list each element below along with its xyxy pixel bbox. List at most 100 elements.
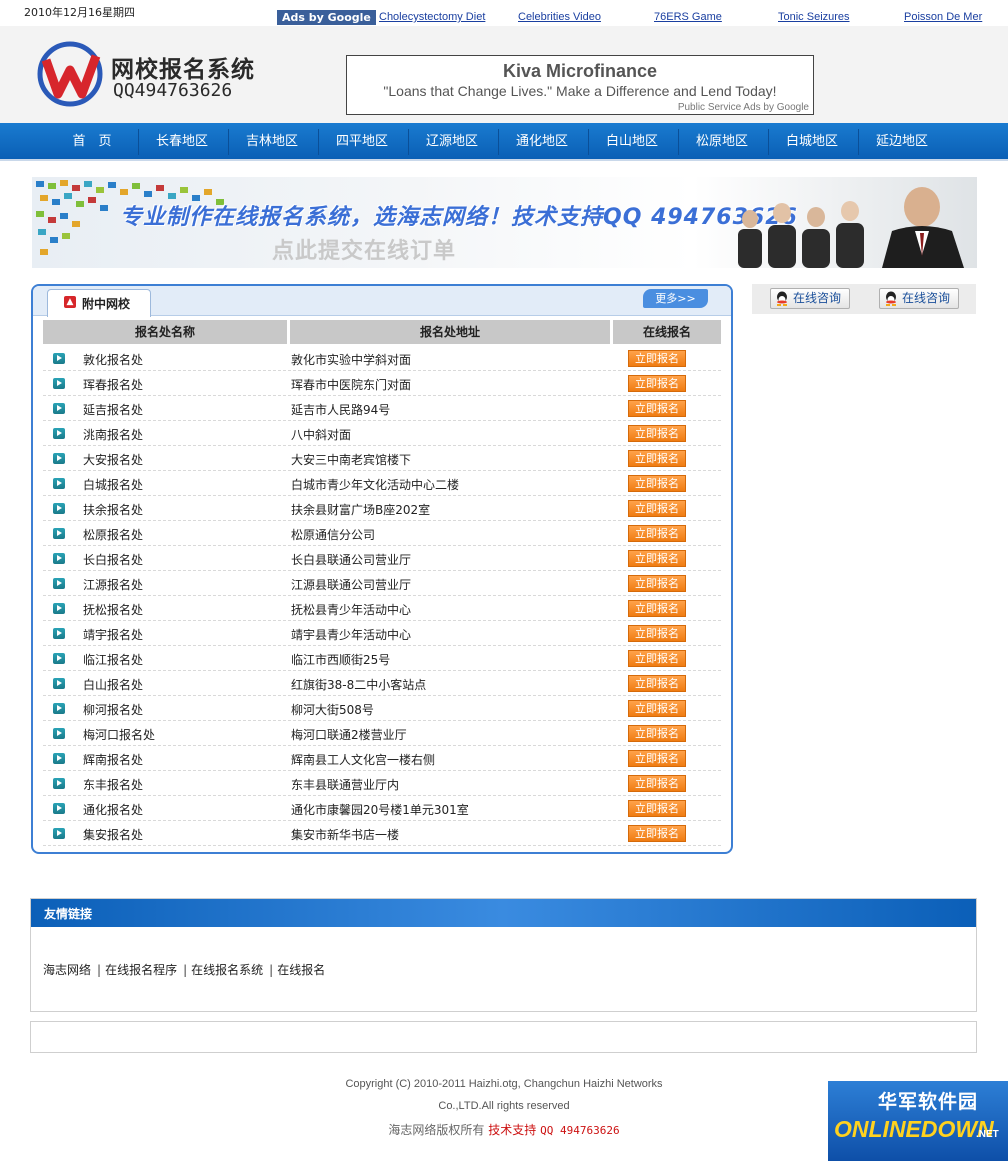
table-row: 扶余报名处 扶余县财富广场B座202室 立即报名 [43,496,721,521]
nav-item-baicheng[interactable]: 白城地区 [767,123,857,161]
nav-item-songyuan[interactable]: 松原地区 [677,123,767,161]
nav-item-tonghua[interactable]: 通化地区 [497,123,587,161]
signup-button[interactable]: 立即报名 [628,800,686,817]
row-name[interactable]: 珲春报名处 [83,376,143,393]
row-name[interactable]: 白城报名处 [83,476,143,493]
online-consult-button[interactable]: 在线咨询 [770,288,850,309]
signup-button[interactable]: 立即报名 [628,725,686,742]
signup-button[interactable]: 立即报名 [628,525,686,542]
ad-footer[interactable]: Public Service Ads by Google [678,102,809,113]
table-row: 集安报名处 集安市新华书店一楼 立即报名 [43,821,721,846]
signup-button[interactable]: 立即报名 [628,375,686,392]
signup-button[interactable]: 立即报名 [628,350,686,367]
row-name[interactable]: 扶余报名处 [83,501,143,518]
ad-link-1[interactable]: Cholecystectomy Diet [379,11,485,23]
arrow-icon [53,678,65,689]
nav-item-yanbian[interactable]: 延边地区 [857,123,947,161]
signup-button[interactable]: 立即报名 [628,625,686,642]
signup-button[interactable]: 立即报名 [628,575,686,592]
row-address: 通化市康馨园20号楼1单元301室 [291,803,469,817]
nav-item-changchun[interactable]: 长春地区 [137,123,227,161]
row-address: 辉南县工人文化宫一楼右侧 [291,753,436,767]
ad-link-5[interactable]: Poisson De Mer [904,11,982,23]
signup-button[interactable]: 立即报名 [628,475,686,492]
signup-button[interactable]: 立即报名 [628,825,686,842]
row-address: 长白县联通公司营业厅 [291,553,412,567]
footer-tech-support[interactable]: 技术支持 [488,1123,536,1137]
signup-button[interactable]: 立即报名 [628,650,686,667]
table-row: 通化报名处 通化市康馨园20号楼1单元301室 立即报名 [43,796,721,821]
friend-link-haizhi[interactable]: 海志网络 [43,963,91,977]
row-name[interactable]: 临江报名处 [83,651,143,668]
promo-banner[interactable]: 专业制作在线报名系统，选海志网络！技术支持QQ 494763626 点此提交在线… [32,177,977,268]
row-name[interactable]: 靖宇报名处 [83,626,143,643]
table-row: 大安报名处 大安三中南老宾馆楼下 立即报名 [43,446,721,471]
row-name[interactable]: 大安报名处 [83,451,143,468]
table-row: 辉南报名处 辉南县工人文化宫一楼右侧 立即报名 [43,746,721,771]
arrow-icon [53,453,65,464]
row-name[interactable]: 延吉报名处 [83,401,143,418]
row-address: 白城市青少年文化活动中心二楼 [291,478,460,492]
table-row: 珲春报名处 珲春市中医院东门对面 立即报名 [43,371,721,396]
row-address: 靖宇县青少年活动中心 [291,628,412,642]
site-logo[interactable]: 网校报名系统 QQ494763626 [32,38,267,110]
arrow-icon [53,778,65,789]
table-row: 白山报名处 红旗街38-8二中小客站点 立即报名 [43,671,721,696]
signup-button[interactable]: 立即报名 [628,700,686,717]
row-name[interactable]: 长白报名处 [83,551,143,568]
ad-title[interactable]: Kiva Microfinance [347,61,813,82]
signup-button[interactable]: 立即报名 [628,425,686,442]
arrow-icon [53,428,65,439]
table-row: 松原报名处 松原通信分公司 立即报名 [43,521,721,546]
ads-by-google-label[interactable]: Ads by Google [277,10,376,25]
row-name[interactable]: 江源报名处 [83,576,143,593]
ad-link-2[interactable]: Celebrities Video [518,11,601,23]
online-consult-button[interactable]: 在线咨询 [879,288,959,309]
signup-button[interactable]: 立即报名 [628,500,686,517]
nav-item-home[interactable]: 首 页 [47,123,137,161]
google-ad-box[interactable]: Kiva Microfinance "Loans that Change Liv… [346,55,814,115]
row-name[interactable]: 白山报名处 [83,676,143,693]
signup-button[interactable]: 立即报名 [628,450,686,467]
signup-button[interactable]: 立即报名 [628,750,686,767]
row-name[interactable]: 通化报名处 [83,801,143,818]
row-address: 红旗街38-8二中小客站点 [291,678,427,692]
row-name[interactable]: 抚松报名处 [83,601,143,618]
arrow-icon [53,753,65,764]
nav-item-baishan[interactable]: 白山地区 [587,123,677,161]
ad-link-3[interactable]: 76ERS Game [654,11,722,23]
ad-text: "Loans that Change Lives." Make a Differ… [383,83,777,99]
row-address: 抚松县青少年活动中心 [291,603,412,617]
row-name[interactable]: 松原报名处 [83,526,143,543]
friendly-links-list: 海志网络 | 在线报名程序 | 在线报名系统 | 在线报名 [43,961,325,978]
ad-link-4[interactable]: Tonic Seizures [778,11,850,23]
signup-button[interactable]: 立即报名 [628,550,686,567]
logo-w-icon [37,41,103,107]
more-button[interactable]: 更多>> [643,289,708,308]
friend-link-program[interactable]: 在线报名程序 [105,963,177,977]
nav-item-siping[interactable]: 四平地区 [317,123,407,161]
signup-button[interactable]: 立即报名 [628,400,686,417]
row-name[interactable]: 敦化报名处 [83,351,143,368]
row-name[interactable]: 东丰报名处 [83,776,143,793]
nav-item-jilin[interactable]: 吉林地区 [227,123,317,161]
row-name[interactable]: 柳河报名处 [83,701,143,718]
nav-item-liaoyuan[interactable]: 辽源地区 [407,123,497,161]
tab-fuzhong[interactable]: ▲ 附中网校 [47,289,151,317]
row-name[interactable]: 梅河口报名处 [83,726,155,743]
row-name[interactable]: 辉南报名处 [83,751,143,768]
registration-table-panel: ▲ 附中网校 更多>> 报名处名称 报名处地址 在线报名 敦化报名处 敦化市实验中… [31,284,733,854]
signup-button[interactable]: 立即报名 [628,600,686,617]
consult-label: 在线咨询 [793,291,842,305]
friendly-links-header: 友情链接 [31,899,976,927]
banner-order-link[interactable]: 点此提交在线订单 [272,233,456,265]
signup-button[interactable]: 立即报名 [628,675,686,692]
friend-link-system[interactable]: 在线报名系统 [191,963,263,977]
link-separator: | [97,963,102,977]
row-address: 梅河口联通2楼营业厅 [291,728,407,742]
arrow-icon [53,628,65,639]
row-name[interactable]: 洮南报名处 [83,426,143,443]
row-name[interactable]: 集安报名处 [83,826,143,843]
signup-button[interactable]: 立即报名 [628,775,686,792]
friend-link-online[interactable]: 在线报名 [277,963,325,977]
